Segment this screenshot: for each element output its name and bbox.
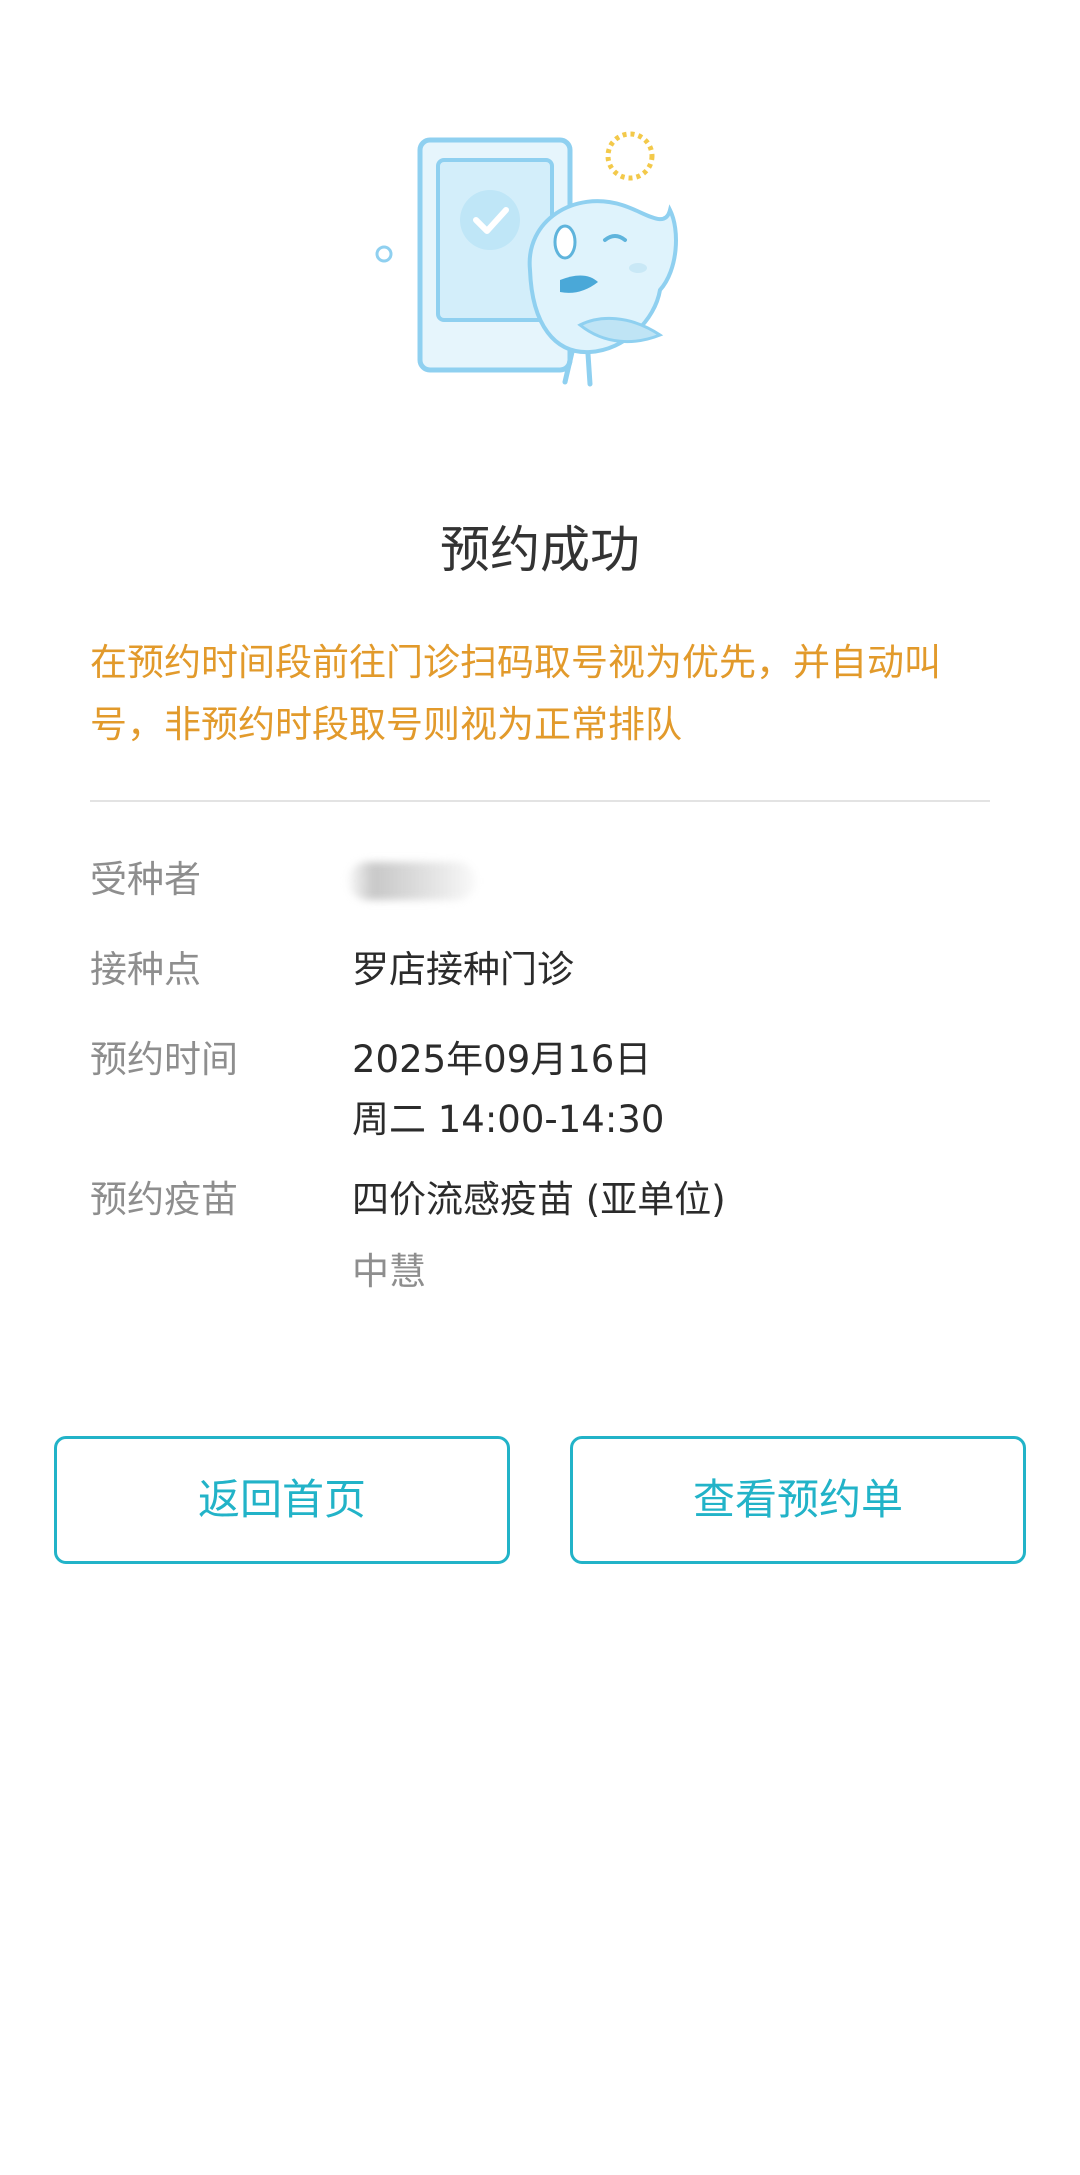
success-illustration: [375, 131, 678, 387]
view-appointment-button[interactable]: 查看预约单: [570, 1436, 1026, 1564]
back-home-button[interactable]: 返回首页: [54, 1436, 510, 1564]
sun-icon: [605, 131, 655, 181]
recipient-name-redacted: [348, 862, 476, 900]
vaccine-label: 预约疫苗: [90, 1178, 238, 1221]
time-slot: 周二 14:00-14:30: [352, 1098, 665, 1141]
site-value: 罗店接种门诊: [352, 948, 574, 991]
time-label: 预约时间: [90, 1038, 238, 1081]
page-title: 预约成功: [440, 521, 640, 579]
vaccine-name: 四价流感疫苗 (亚单位): [352, 1178, 726, 1221]
divider: [90, 800, 990, 802]
time-date: 2025年09月16日: [352, 1038, 652, 1081]
vaccine-maker: 中慧: [352, 1250, 426, 1293]
check-icon: [460, 190, 520, 250]
site-label: 接种点: [90, 948, 201, 991]
appointment-notice: 在预约时间段前往门诊扫码取号视为优先，并自动叫号，非预约时段取号则视为正常排队: [90, 641, 941, 746]
recipient-label: 受种者: [90, 858, 201, 901]
dot-icon: [375, 245, 393, 263]
